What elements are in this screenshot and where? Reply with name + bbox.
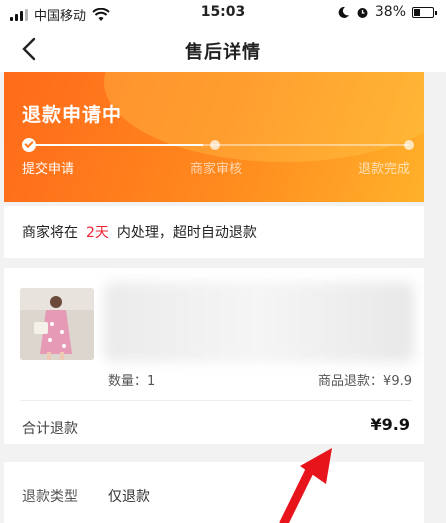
alarm-icon (357, 7, 368, 18)
refund-type-row: 退款类型 仅退款 (4, 462, 424, 523)
product-title-blurred (104, 282, 414, 362)
decorative-wave (104, 72, 424, 162)
step-label-complete: 退款完成 (358, 162, 411, 177)
step-dot-submitted (22, 138, 36, 152)
step-dot-review (210, 140, 220, 150)
refund-progress-header: 退款申请中 提交申请 商家审核 退款完成 (4, 72, 424, 202)
product-card[interactable]: 数量：1 商品退款：¥9.9 合计退款 ¥9.9 (4, 268, 424, 444)
step-label-submitted: 提交申请 (22, 162, 75, 177)
processing-notice: 商家将在 2天 内处理，超时自动退款 (4, 206, 424, 258)
total-refund-value: ¥9.9 (370, 415, 410, 434)
quantity: 数量：1 (108, 374, 156, 389)
moon-icon (338, 6, 349, 18)
notice-suffix: 内处理，超时自动退款 (116, 225, 257, 241)
refund-type-label: 退款类型 (22, 489, 78, 505)
page-title: 售后详情 (185, 42, 261, 63)
refund-type-value: 仅退款 (108, 489, 150, 505)
notice-days: 2天 (86, 225, 109, 241)
step-label-review: 商家审核 (190, 162, 243, 177)
total-refund-label: 合计退款 (22, 421, 78, 437)
item-refund-amount: 商品退款：¥9.9 (318, 374, 412, 389)
step-dot-complete (404, 140, 414, 150)
battery-percent: 38% (374, 4, 406, 20)
nav-bar: 售后详情 (0, 26, 446, 72)
product-thumbnail[interactable] (20, 288, 94, 360)
status-bar: 中国移动 15:03 38% (0, 0, 446, 26)
red-arrow-annotation (279, 448, 332, 523)
status-bar-right: 38% (337, 4, 437, 20)
refund-status-title: 退款申请中 (22, 104, 123, 126)
battery-icon (412, 6, 437, 18)
divider (20, 400, 412, 401)
notice-prefix: 商家将在 (22, 225, 78, 241)
